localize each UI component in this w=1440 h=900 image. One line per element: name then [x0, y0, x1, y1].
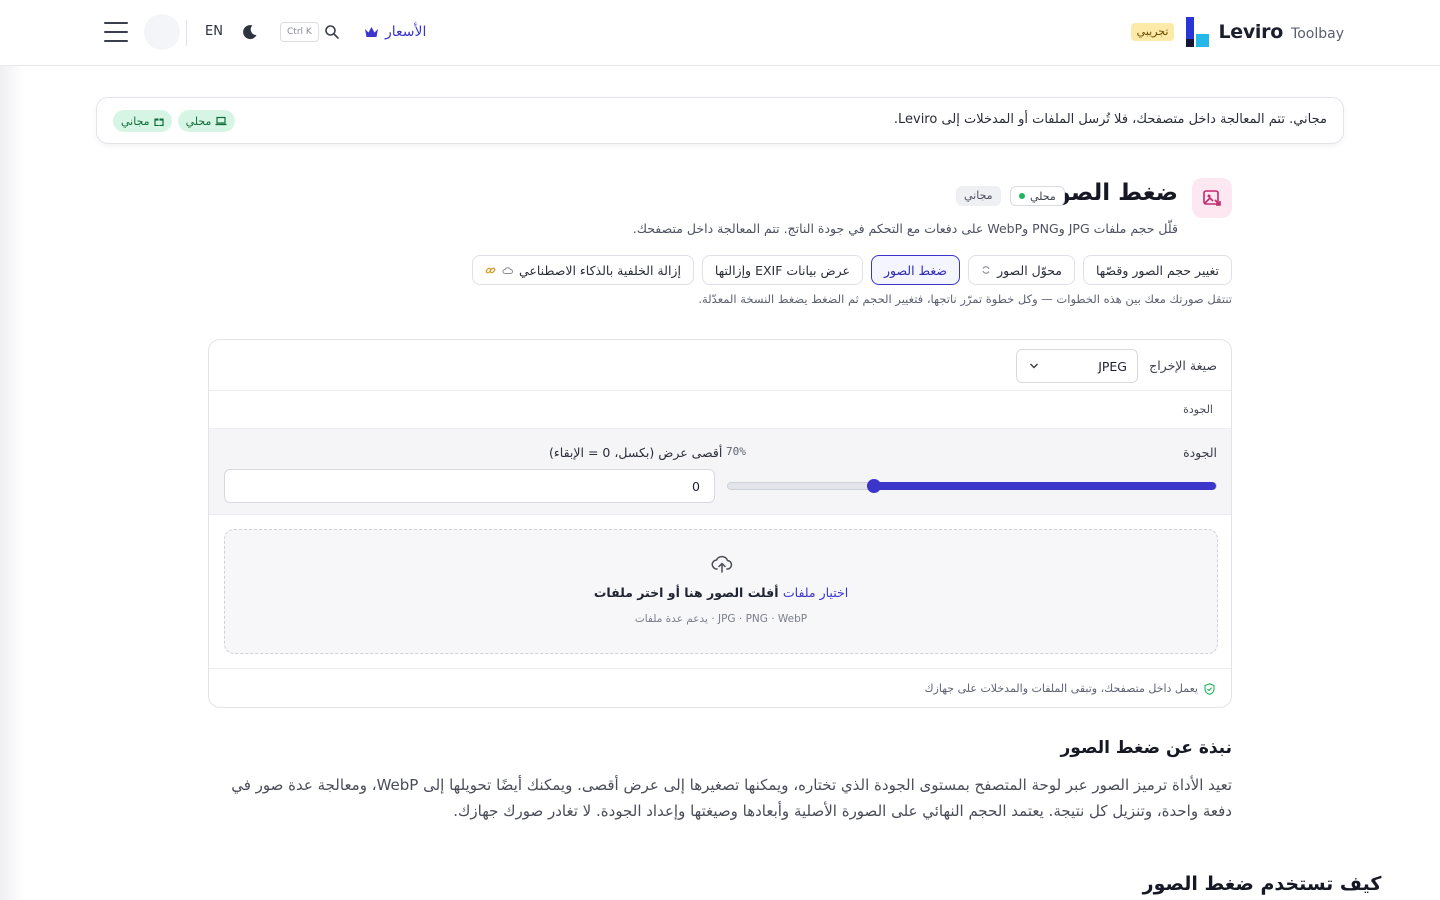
brand-logo-icon [1186, 17, 1210, 47]
step-resize-crop[interactable]: تغيير حجم الصور وقصّها [1082, 255, 1232, 285]
quality-label: الجودة [1183, 445, 1217, 460]
nav-divider [186, 20, 187, 46]
step-label: تغيير حجم الصور وقصّها [1095, 262, 1219, 278]
search-shortcut-hint: Ctrl K [280, 22, 319, 42]
dropzone-instructions: اختيار ملفات أفلت الصور هنا أو اختر ملفا… [225, 585, 1217, 600]
upload-cloud-icon [711, 555, 733, 573]
top-navigation: EN Ctrl K الأسعار تجريبي Leviro Toolbay [0, 0, 1440, 66]
convert-icon [982, 266, 990, 274]
format-label: صيغة الإخراج [1149, 358, 1217, 373]
privacy-text: مجاني. تتم المعالجة داخل متصفحك، فلا تُر… [893, 112, 1327, 127]
step-label: عرض بيانات EXIF وإزالتها [714, 262, 850, 278]
quality-slider[interactable] [727, 479, 1217, 493]
privacy-banner: مجاني. تتم المعالجة داخل متصفحك، فلا تُر… [96, 97, 1344, 144]
step-label: ضغط الصور [883, 262, 948, 278]
local-chip-label: محلي [185, 114, 212, 128]
howto-heading-text: كيف تستخدم ضغط الصور [1142, 873, 1382, 895]
step-label: محوّل الصور [997, 262, 1062, 278]
shield-check-icon [1204, 682, 1215, 695]
free-chip-label: مجاني [121, 114, 150, 128]
brand-name: Leviro [1218, 21, 1283, 43]
card-footer: يعمل داخل متصفحك، وتبقى الملفات والمدخلا… [209, 668, 1231, 707]
file-dropzone[interactable]: اختيار ملفات أفلت الصور هنا أو اختر ملفا… [224, 529, 1218, 654]
step-label: إزالة الخلفية بالذكاء الاصطناعي [519, 262, 681, 278]
menu-icon[interactable] [104, 22, 128, 42]
dropzone-formats: JPG · PNG · WebP · يدعم عدة ملفات [634, 613, 808, 625]
status-dot [1019, 193, 1025, 199]
quality-slider-thumb[interactable] [867, 479, 882, 493]
format-row: صيغة الإخراج JPEG [209, 340, 1231, 391]
language-toggle[interactable]: EN [205, 24, 223, 39]
howto-heading: كيف تستخدم ضغط الصور [0, 873, 1440, 895]
format-value: JPEG [1098, 359, 1127, 374]
card-footer-note: يعمل داخل متصفحك، وتبقى الملفات والمدخلا… [924, 682, 1215, 695]
chevron-down-icon [1030, 363, 1038, 369]
left-edge-shadow [0, 66, 24, 900]
avatar[interactable] [144, 14, 180, 50]
step-compress[interactable]: ضغط الصور [870, 255, 961, 285]
pricing-label: الأسعار [385, 24, 427, 40]
about-text: تعيد الأداة ترميز الصور عبر لوحة المتصفح… [231, 776, 1232, 820]
quality-controls: الجودة 70% أقصى عرض (بكسل، 0 = الإبقاء) [209, 429, 1231, 515]
cloud-icon [502, 266, 513, 274]
max-width-label: أقصى عرض (بكسل، 0 = الإبقاء) [549, 445, 723, 460]
moon-icon[interactable] [241, 23, 259, 41]
trial-badge: تجريبي [1130, 23, 1175, 41]
free-chip: مجاني [113, 110, 172, 132]
about-heading: نبذة عن ضغط الصور [1060, 738, 1232, 758]
max-width-input[interactable] [224, 469, 715, 503]
dropzone-main-text: أفلت الصور هنا أو اختر ملفات [593, 585, 779, 600]
pricing-link[interactable]: الأسعار [364, 22, 426, 42]
step-remove-background[interactable]: إزالة الخلفية بالذكاء الاصطناعي [472, 255, 694, 285]
brand[interactable]: تجريبي Leviro Toolbay [1130, 16, 1344, 48]
workflow-steps: تغيير حجم الصور وقصّها محوّل الصور ضغط ا… [472, 255, 1232, 285]
laptop-icon [215, 116, 227, 126]
card-footer-text: يعمل داخل متصفحك، وتبقى الملفات والمدخلا… [924, 682, 1198, 695]
quality-section-header[interactable]: الجودة [209, 391, 1231, 429]
quality-section-label: الجودة [1183, 403, 1213, 416]
local-badge: محلي [1010, 186, 1065, 206]
brand-subtitle: Toolbay [1291, 26, 1344, 42]
crown-icon [365, 27, 378, 37]
image-compress-icon [1192, 178, 1232, 218]
quality-value: 70% [726, 445, 746, 458]
gift-icon [153, 118, 164, 126]
quality-slider-fill [874, 482, 1216, 490]
local-badge-label: محلي [1030, 189, 1056, 203]
compress-tool-card: صيغة الإخراج JPEG الجودة الجودة 70% أقصى… [208, 339, 1232, 708]
local-chip: محلي [177, 110, 236, 132]
step-converter[interactable]: محوّل الصور [968, 255, 1075, 285]
choose-files-link[interactable]: اختيار ملفات [783, 585, 848, 600]
output-format-select[interactable]: JPEG [1016, 349, 1138, 383]
search-icon[interactable] [324, 24, 340, 40]
tool-description: قلّل حجم ملفات JPG وPNG وWebP على دفعات … [632, 221, 1178, 236]
banner-chips: مجاني محلي [113, 110, 236, 132]
free-badge: مجاني [956, 186, 1001, 206]
step-exif[interactable]: عرض بيانات EXIF وإزالتها [701, 255, 863, 285]
steps-note: تنتقل صورتك معك بين هذه الخطوات — وكل خط… [698, 292, 1232, 306]
link-icon [485, 267, 496, 273]
